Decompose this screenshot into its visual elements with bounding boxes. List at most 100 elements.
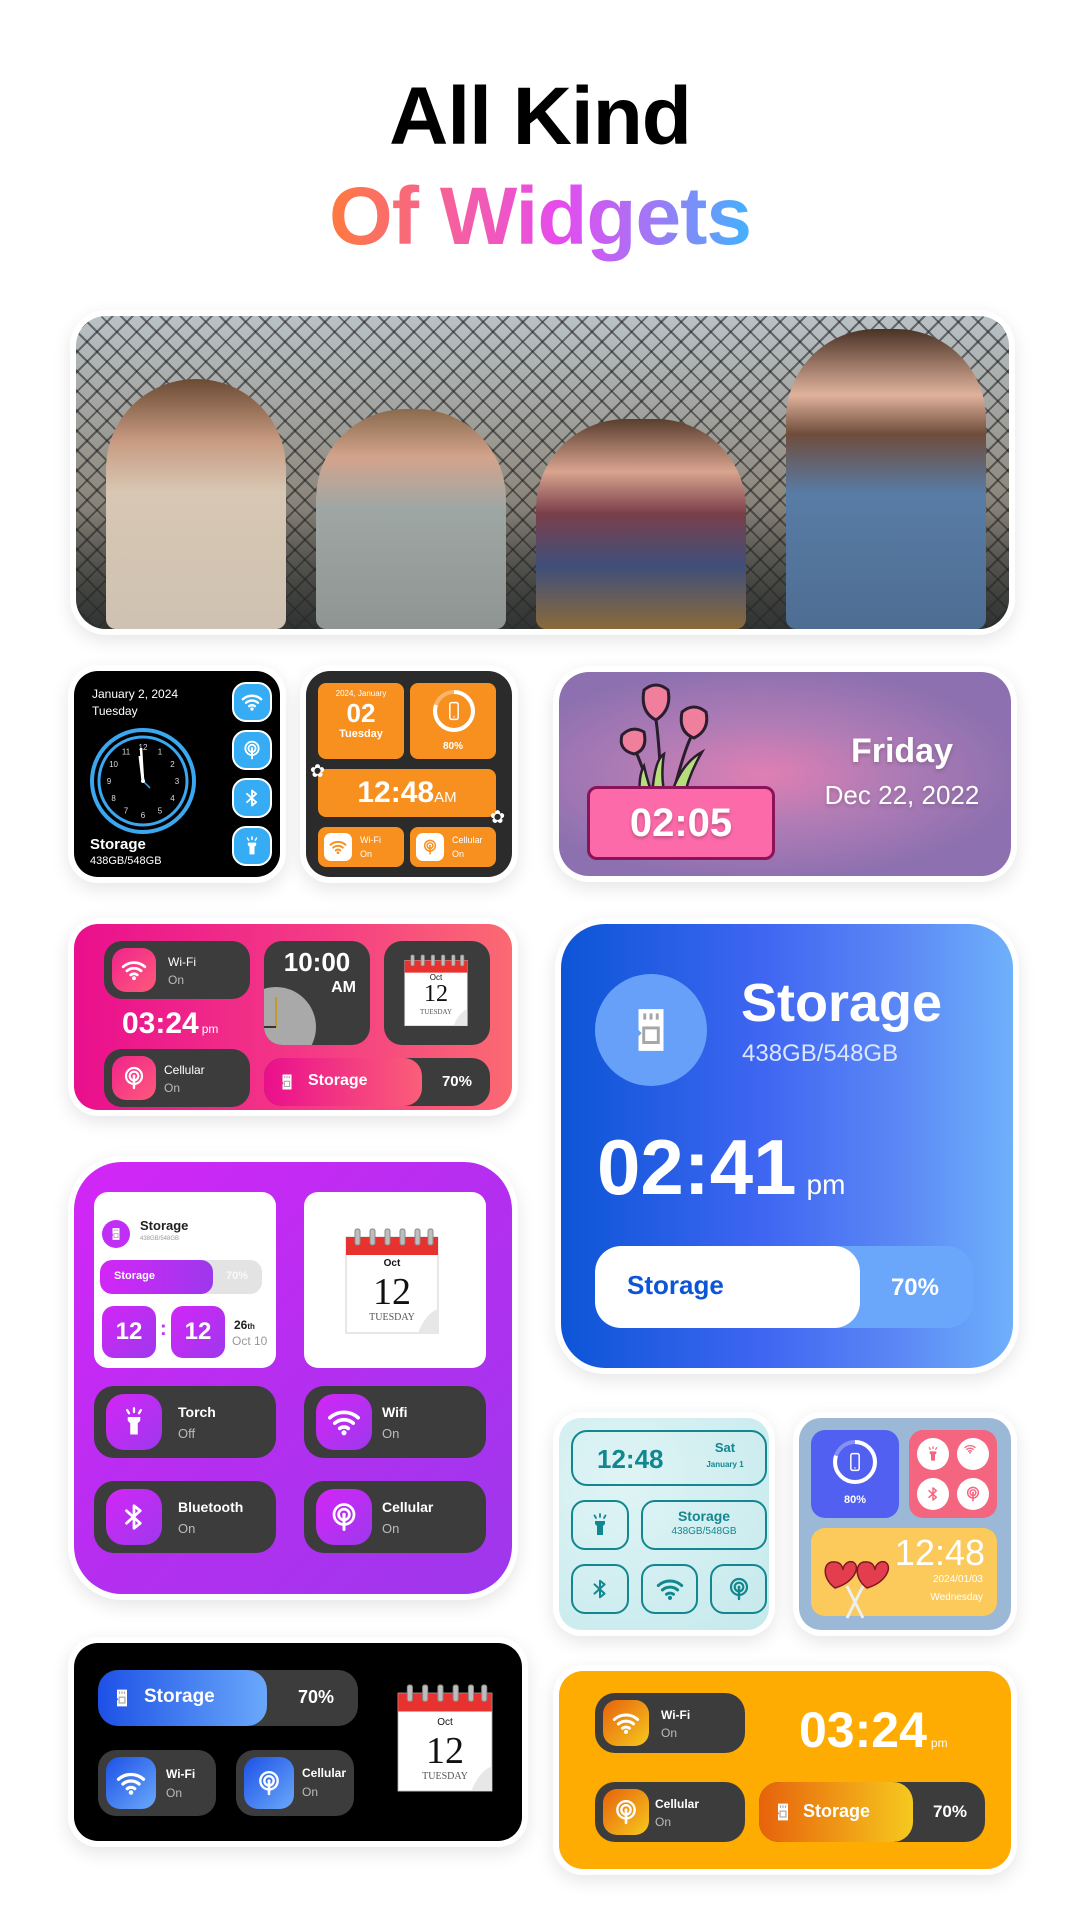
tulip-illustration: [619, 683, 709, 800]
date-tile: 2024, January 02 Tuesday: [318, 683, 404, 759]
torch-icon: [925, 1446, 941, 1462]
widget-hearts[interactable]: 80% 12:48 2024/01/03 Wednesday: [793, 1412, 1017, 1636]
time-colon: :: [160, 1318, 167, 1340]
blue-storage-bar: Storage 70%: [595, 1246, 973, 1328]
wifi-icon-box: [316, 1394, 372, 1450]
teal-date: January 1: [706, 1460, 744, 1469]
cellular-toggle[interactable]: [232, 730, 272, 770]
calendar-day: 12: [373, 1271, 411, 1313]
bluetooth-icon: [925, 1486, 941, 1502]
widget-orange-grid[interactable]: 2024, January 02 Tuesday 80% 12:48AM ✿ ✿…: [300, 665, 518, 883]
photo-card[interactable]: [70, 310, 1015, 635]
clock-numeral: 9: [107, 777, 112, 786]
flower-icon: ✿: [310, 761, 326, 781]
pink-clock-ampm: AM: [331, 979, 356, 996]
blue-bar-label: Storage: [627, 1270, 724, 1300]
yellow-storage-label: Storage: [803, 1801, 871, 1821]
widget-blue-storage[interactable]: Storage 438GB/548GB 02:41 pm Storage 70%: [555, 918, 1019, 1374]
yellow-storage-bar: Storage 70%: [759, 1782, 985, 1842]
wifi-icon: [964, 1443, 976, 1455]
cellular-state: On: [452, 849, 465, 859]
tulip-weekday: Friday: [850, 732, 954, 770]
wifi-icon: [329, 838, 347, 856]
battery-percent: 80%: [442, 741, 463, 752]
clock-numeral: 6: [141, 811, 146, 820]
cellular-toggle[interactable]: [957, 1478, 989, 1510]
wifi-icon: [121, 957, 147, 983]
time-tile: 12:48AM: [318, 769, 496, 817]
cellular-icon-box: [244, 1757, 294, 1809]
widget-purple[interactable]: Storage 438GB/548GB Storage 70% 12 : 12 …: [68, 1156, 518, 1600]
yellow-cellular-tile[interactable]: Cellular On: [595, 1782, 745, 1842]
clock-numeral: 1: [158, 748, 163, 757]
widget-tulip[interactable]: 02:05 Friday Dec 22, 2022: [553, 666, 1017, 882]
wifi-icon: [612, 1709, 640, 1737]
widget-black-clock[interactable]: January 2, 2024 Tuesday 12 1 2 3 4 5 6 7 8 9 10 11 …: [68, 665, 286, 883]
toggle-label: Torch: [178, 1404, 216, 1420]
hearts-time: 12:48: [894, 1532, 985, 1573]
blue-time: 02:41 pm: [597, 1122, 845, 1213]
toggle-state: On: [382, 1426, 400, 1441]
wifi-tile[interactable]: Wi-Fi On: [318, 827, 404, 867]
bluetooth-toggle[interactable]: [232, 778, 272, 818]
tulip-time: 02:05: [587, 786, 775, 860]
teal-wifi-button[interactable]: [641, 1564, 698, 1614]
pink-time-value: 03:24: [122, 1007, 199, 1040]
widget-yellow[interactable]: Wi-Fi On 03:24 pm Cellular On Storage 70%: [553, 1665, 1017, 1875]
teal-cellular-button[interactable]: [710, 1564, 767, 1614]
torch-toggle[interactable]: [232, 826, 272, 866]
hearts-weekday: Wednesday: [930, 1592, 983, 1603]
day-number: 26: [234, 1318, 248, 1332]
cellular-tile[interactable]: Cellular On: [410, 827, 496, 867]
wifi-icon: [116, 1768, 146, 1798]
storage-label: Storage: [90, 836, 146, 853]
hearts-battery-percent: 80%: [843, 1494, 867, 1506]
clock-numeral: 7: [124, 806, 129, 815]
blue-time-ampm: pm: [806, 1169, 846, 1200]
purple-toggle-torch[interactable]: Torch Off: [94, 1386, 276, 1458]
pink-clock-time: 10:00: [283, 947, 351, 977]
black-wifi-tile[interactable]: Wi-Fi On: [98, 1750, 216, 1816]
yellow-time: 03:24 pm: [799, 1701, 948, 1759]
wifi-toggle[interactable]: [232, 682, 272, 722]
teal-weekday: Sat: [714, 1440, 736, 1455]
cellular-icon: [256, 1770, 282, 1796]
wifi-state: On: [661, 1726, 678, 1740]
widget-black-storage[interactable]: Storage 70% Wi-Fi On Cellular On Oct 12 …: [68, 1637, 528, 1847]
cellular-state: On: [302, 1785, 319, 1799]
widget-pink[interactable]: Wi-Fi On 03:24 pm Cellular On 10:00 AM Oc…: [68, 918, 518, 1116]
person-3: [536, 419, 746, 629]
widget-teal[interactable]: 12:48 Sat January 1 Storage 438GB/548GB: [553, 1412, 775, 1636]
calendar-month: Oct: [383, 1258, 401, 1269]
clock-numeral: 5: [158, 806, 163, 815]
date-weekday: Tuesday: [339, 728, 383, 740]
pink-time-ampm: pm: [201, 1022, 219, 1036]
title-line-1: All Kind: [389, 71, 692, 162]
yellow-wifi-tile[interactable]: Wi-Fi On: [595, 1693, 745, 1753]
date-header: 2024, January: [335, 689, 387, 698]
purple-toggle-wifi[interactable]: Wifi On: [304, 1386, 486, 1458]
calendar-weekday: TUESDAY: [422, 1771, 468, 1782]
teal-time: 12:48: [597, 1444, 664, 1474]
wifi-state: On: [360, 849, 373, 859]
time-ampm: AM: [434, 789, 457, 806]
torch-toggle[interactable]: [917, 1438, 949, 1470]
yellow-time-value: 03:24: [799, 1702, 927, 1758]
wifi-toggle[interactable]: [957, 1438, 989, 1470]
pink-cellular-tile[interactable]: Cellular On: [104, 1049, 250, 1107]
storage-value: 438GB/548GB: [90, 855, 162, 867]
blue-storage-title: Storage: [741, 973, 943, 1033]
teal-bluetooth-button[interactable]: [571, 1564, 629, 1614]
torch-icon-box: [106, 1394, 162, 1450]
wifi-icon-box: [603, 1700, 649, 1746]
bluetooth-toggle[interactable]: [917, 1478, 949, 1510]
teal-torch-button[interactable]: [571, 1500, 629, 1550]
black-cellular-tile[interactable]: Cellular On: [236, 1750, 354, 1816]
mini-analog-clock: [264, 987, 316, 1045]
sd-card-circle: [595, 974, 707, 1086]
pink-wifi-tile[interactable]: Wi-Fi On: [104, 941, 250, 999]
purple-storage-bar: Storage 70%: [100, 1260, 262, 1294]
purple-toggle-bluetooth[interactable]: Bluetooth On: [94, 1481, 276, 1553]
purple-toggle-cellular[interactable]: Cellular On: [304, 1481, 486, 1553]
time-value: 12:48: [357, 776, 435, 809]
